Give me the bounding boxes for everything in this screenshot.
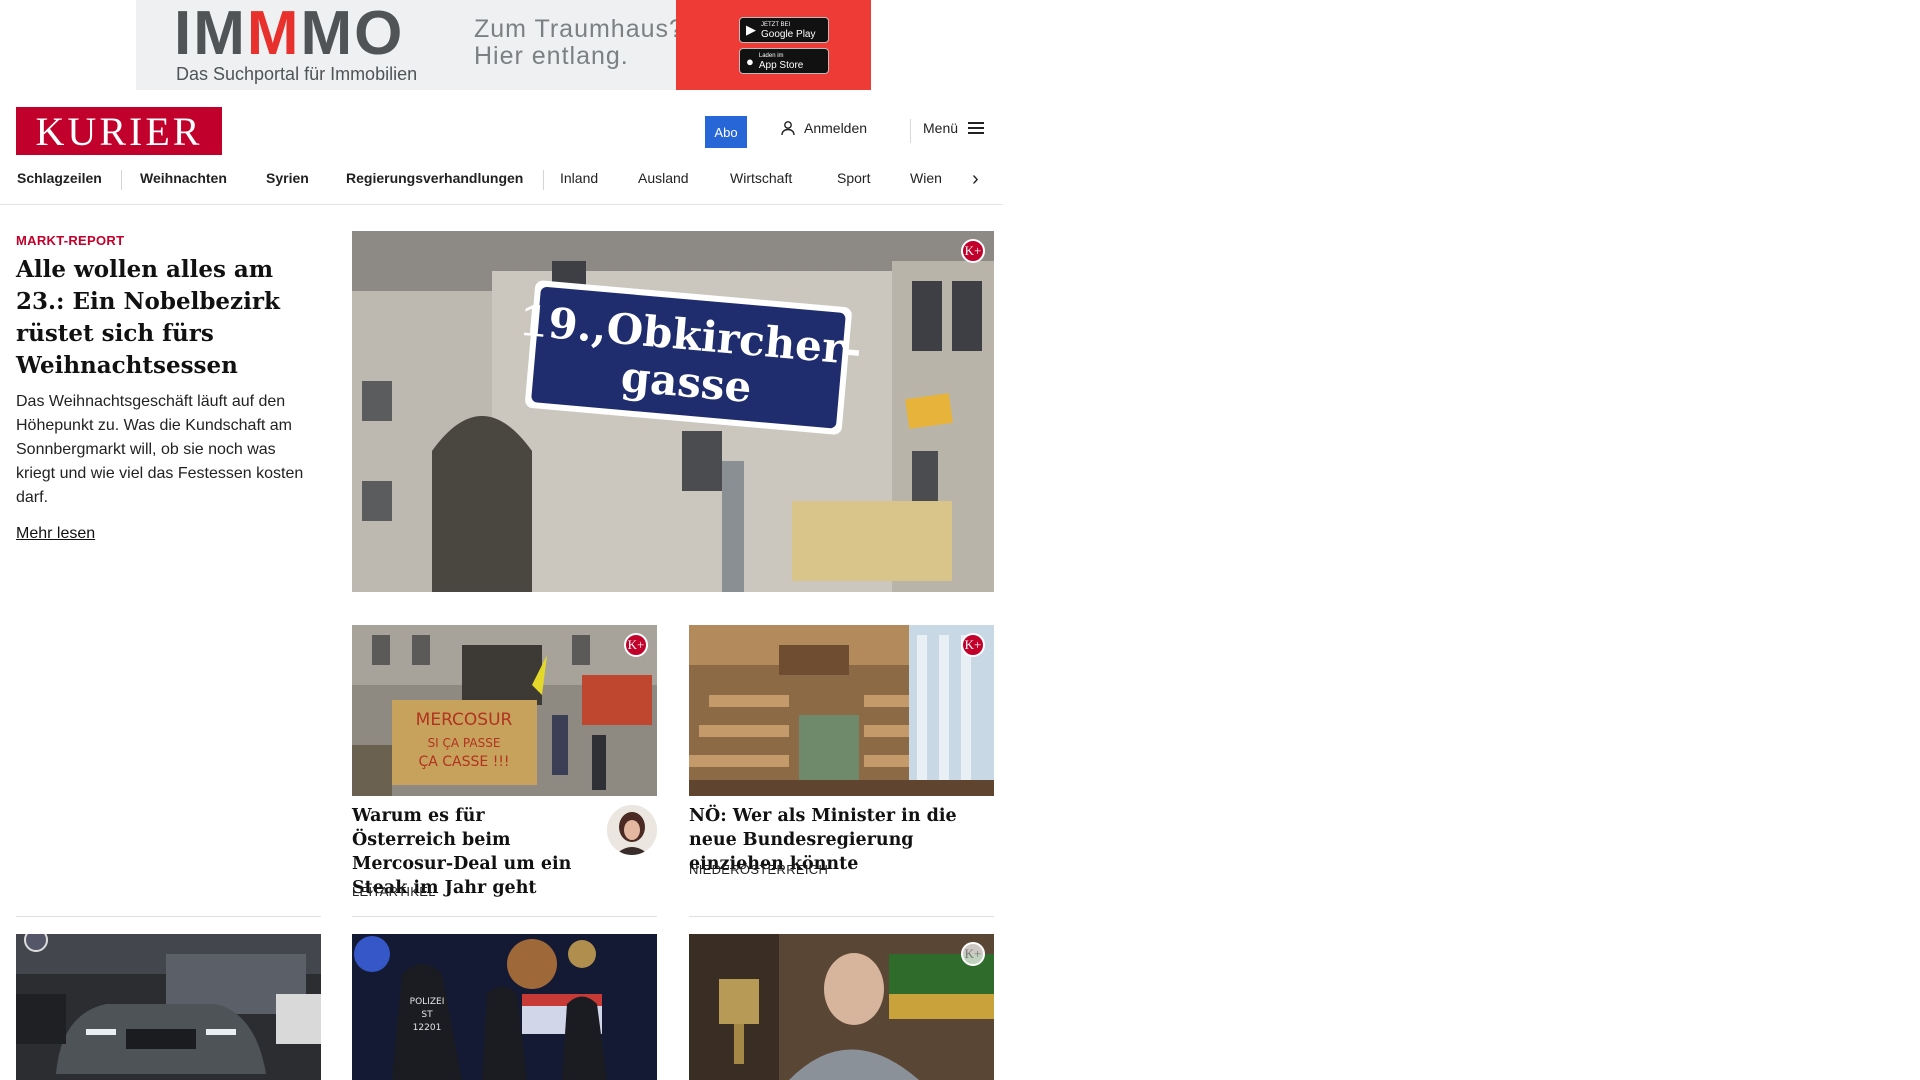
header-divider [910,119,911,143]
nav-item-schlagzeilen[interactable]: Schlagzeilen [17,170,102,186]
nav-divider [543,170,544,190]
login-label: Anmelden [804,120,868,136]
menu-label: Menü [923,120,959,136]
lead-kicker: MARKT-REPORT [16,233,125,248]
apple-icon: ● [746,53,754,69]
app-store-badge[interactable]: ● Laden im App Store [739,48,829,74]
teaser-category-leitartikel[interactable]: LEITARTIKEL [352,884,436,899]
user-icon [781,121,795,136]
abo-button[interactable]: Abo [705,116,747,148]
teaser-category-niederoesterreich[interactable]: NIEDERÖSTERREICH [689,862,828,877]
nav-item-ausland[interactable]: Ausland [638,170,689,186]
teaser-image-bmw[interactable] [16,934,321,1080]
nav-item-wirtschaft[interactable]: Wirtschaft [730,170,792,186]
svg-text:MERCOSUR: MERCOSUR [416,710,513,730]
menu-button[interactable]: Menü [923,120,985,136]
login-button[interactable]: Anmelden [780,120,867,136]
kplus-premium-badge: K+ [961,633,985,657]
section-divider [352,916,657,917]
kurier-logo[interactable]: KURIER [16,107,222,155]
nav-item-syrien[interactable]: Syrien [266,170,309,186]
teaser-image-portrait[interactable]: K+ [689,934,994,1080]
svg-text:12201: 12201 [413,1023,442,1033]
lead-image[interactable]: 19.,Obkircher- gasse K+ [352,231,994,592]
nav-item-wien[interactable]: Wien [910,170,942,186]
kplus-premium-badge: K+ [961,239,985,263]
nav-item-weihnachten[interactable]: Weihnachten [140,170,227,186]
read-more-link[interactable]: Mehr lesen [16,525,95,543]
hamburger-icon [968,122,985,134]
nav-divider [121,170,122,190]
chevron-right-icon[interactable]: › [972,168,979,191]
ad-brand-logo: IMMMO [174,0,405,68]
google-play-icon: ▶ [746,22,756,37]
ad-claim: Zum Traumhaus? Hier entlang. [474,15,684,70]
teaser-image-mercosur[interactable]: MERCOSUR SI ÇA PASSE ÇA CASSE !!! K+ [352,625,657,796]
teaser-image-landtag[interactable]: K+ [689,625,994,796]
section-divider [689,916,994,917]
advertisement-banner[interactable]: IMMMO Das Suchportal für Immobilien Zum … [136,0,871,90]
plus-badge: K+ [961,942,985,966]
section-divider [16,916,321,917]
kplus-premium-badge: K+ [624,633,648,657]
svg-text:POLIZEI: POLIZEI [410,997,445,1007]
nav-item-regierungsverhandlungen[interactable]: Regierungsverhandlungen [346,170,523,186]
svg-text:SI ÇA PASSE: SI ÇA PASSE [428,736,501,750]
teaser-image-polizei[interactable]: POLIZEI ST 12201 [352,934,657,1080]
nav-item-sport[interactable]: Sport [837,170,870,186]
lead-headline[interactable]: Alle wollen alles am 23.: Ein Nobelbezir… [16,254,316,382]
ad-red-panel [676,0,871,90]
author-avatar [607,805,657,855]
lead-teaser-text: Das Weihnachtsgeschäft läuft auf den Höh… [16,393,304,506]
main-navigation: Schlagzeilen Weihnachten Syrien Regierun… [0,164,1003,205]
ad-subline: Das Suchportal für Immobilien [176,64,418,84]
google-play-badge[interactable]: ▶ JETZT BEI Google Play [739,17,829,43]
svg-text:ST: ST [421,1010,433,1020]
nav-item-inland[interactable]: Inland [560,170,598,186]
svg-text:ÇA CASSE !!!: ÇA CASSE !!! [418,754,509,770]
